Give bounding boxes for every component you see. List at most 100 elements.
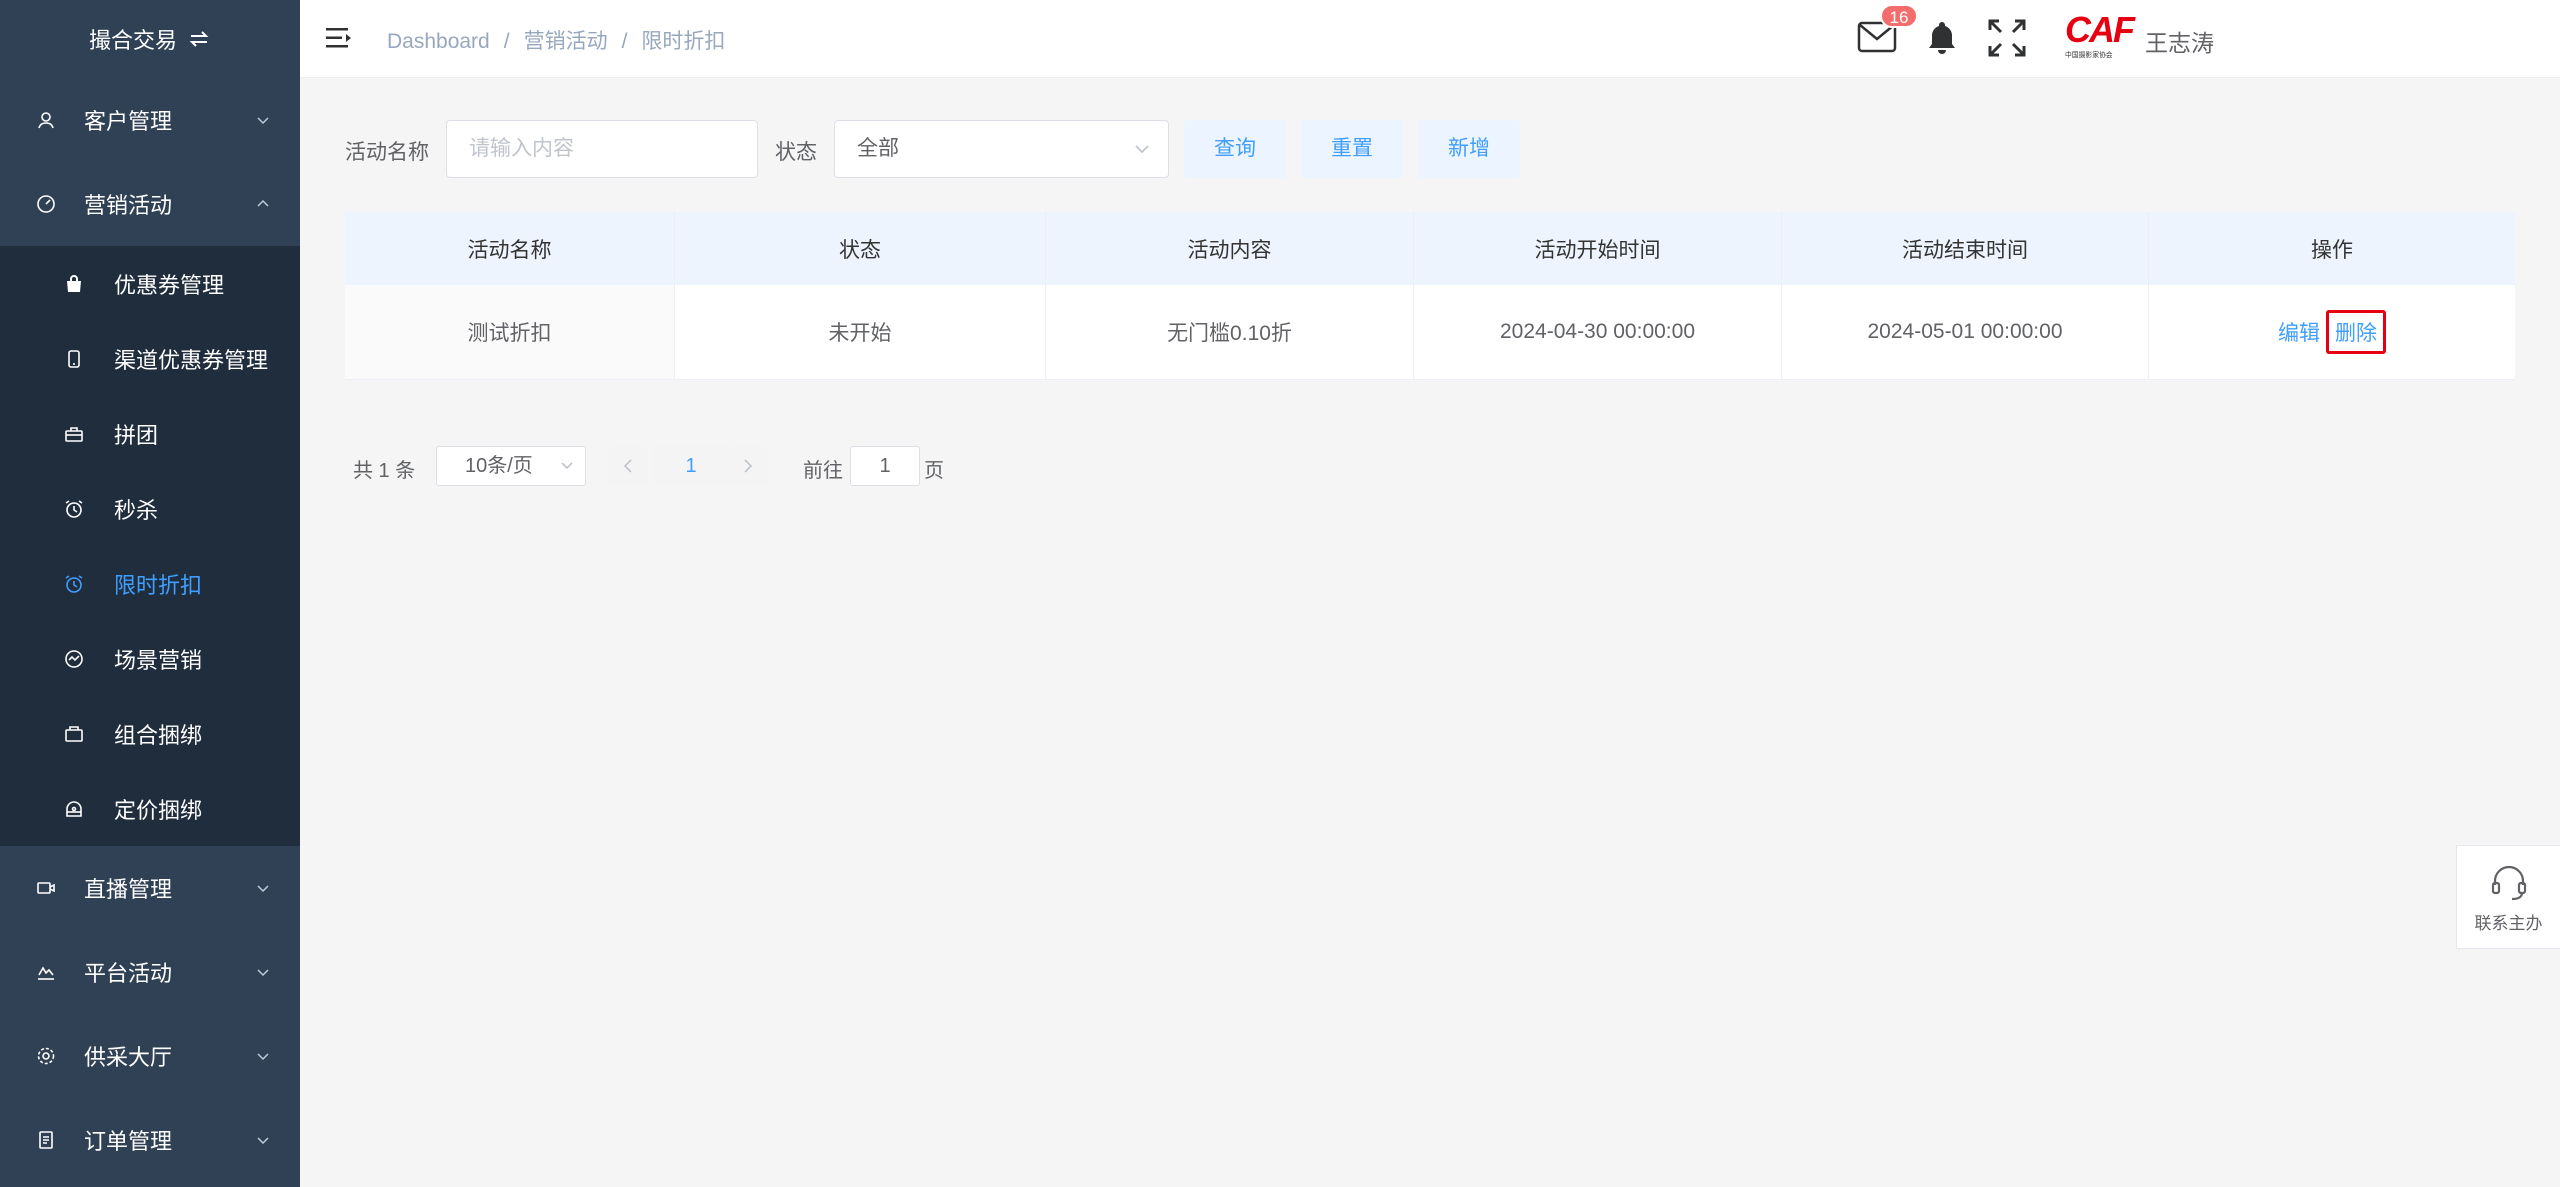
sidebar-item-group-buy[interactable]: 拼团 [0, 396, 300, 471]
bundle-icon [64, 799, 84, 819]
sidebar-item-label: 定价捆绑 [114, 797, 203, 823]
sidebar-item-label: 秒杀 [114, 497, 159, 523]
hamburger-icon[interactable] [326, 26, 352, 50]
chevron-down-icon [257, 1137, 269, 1145]
chevron-down-icon [257, 117, 269, 125]
username[interactable]: 王志涛 [2145, 24, 2214, 58]
sidebar-item-platform-activity[interactable]: 平台活动 [0, 930, 300, 1014]
dashboard-icon [36, 194, 56, 214]
alarm-icon [64, 574, 84, 594]
status-select[interactable]: 全部 [834, 120, 1169, 178]
top-navbar: Dashboard / 营销活动 / 限时折扣 [300, 0, 2560, 78]
contact-organizer-button[interactable]: 联系主办 [2456, 845, 2560, 949]
box-icon [64, 724, 84, 744]
edit-link[interactable]: 编辑 [2278, 317, 2320, 347]
alarm-icon [64, 499, 84, 519]
phone-icon [64, 349, 84, 369]
sidebar-item-limited-discount[interactable]: 限时折扣 [0, 546, 300, 621]
headset-icon [2491, 865, 2526, 900]
sidebar-item-label: 直播管理 [84, 877, 173, 902]
chevron-down-icon [1135, 145, 1149, 154]
marketing-submenu: 优惠券管理 渠道优惠券管理 拼团 秒杀 限时折扣 场景营销 组合捆绑 定价捆绑 [0, 246, 300, 846]
sidebar-item-label: 订单管理 [84, 1129, 173, 1154]
page-suffix-label: 页 [924, 460, 944, 482]
activity-name-label: 活动名称 [345, 141, 429, 164]
document-icon [36, 1130, 56, 1150]
add-button[interactable]: 新增 [1418, 120, 1520, 178]
sidebar-item-orders[interactable]: 订单管理 [0, 1098, 300, 1182]
cell-name: 测试折扣 [345, 285, 675, 379]
cell-status: 未开始 [675, 285, 1046, 379]
group-icon [64, 424, 84, 444]
sidebar-item-customer[interactable]: 客户管理 [0, 78, 300, 162]
sidebar-item-marketing[interactable]: 营销活动 [0, 162, 300, 246]
pagination-total: 共 1 条 [353, 460, 416, 482]
sidebar-item-procurement-hall[interactable]: 供采大厅 [0, 1014, 300, 1098]
activity-name-input[interactable]: 请输入内容 [446, 120, 758, 178]
bell-icon[interactable] [1925, 20, 1959, 56]
activity-icon [36, 962, 56, 982]
page-size-value: 10条/页 [465, 455, 533, 477]
cell-content: 无门槛0.10折 [1046, 285, 1414, 379]
column-header: 状态 [675, 212, 1046, 285]
status-label: 状态 [775, 141, 817, 164]
breadcrumb-marketing[interactable]: 营销活动 [524, 30, 608, 53]
logo-subtext: 中国摄影家协会 [2065, 50, 2113, 59]
chevron-down-icon [561, 462, 573, 470]
delete-link[interactable]: 删除 [2326, 310, 2386, 354]
status-select-value: 全部 [857, 137, 899, 160]
sidebar-item-price-bundle[interactable]: 定价捆绑 [0, 771, 300, 846]
column-header: 活动结束时间 [1782, 212, 2149, 285]
breadcrumb-dashboard[interactable]: Dashboard [387, 30, 490, 53]
breadcrumb-current: 限时折扣 [641, 30, 726, 53]
bag-icon [64, 274, 84, 294]
sidebar-item-label: 客户管理 [84, 109, 173, 134]
chevron-right-icon [744, 459, 753, 473]
sidebar-item-channel-coupons[interactable]: 渠道优惠券管理 [0, 321, 300, 396]
prev-page-button[interactable] [608, 446, 648, 486]
cell-actions: 编辑 删除 [2149, 285, 2515, 379]
column-header: 活动内容 [1046, 212, 1414, 285]
sidebar-item-flash-sale[interactable]: 秒杀 [0, 471, 300, 546]
sidebar-title: 撮合交易 [88, 28, 177, 53]
sidebar-item-scene-marketing[interactable]: 场景营销 [0, 621, 300, 696]
column-header: 操作 [2311, 238, 2353, 262]
column-header: 活动开始时间 [1414, 212, 1782, 285]
sidebar-item-label: 组合捆绑 [114, 722, 203, 748]
data-table: 活动名称 状态 活动内容 活动开始时间 活动结束时间 操作 测试折扣 未开始 无… [345, 212, 2515, 380]
goto-page-input[interactable]: 1 [850, 446, 920, 486]
contact-label: 联系主办 [2474, 913, 2543, 933]
page-size-select[interactable]: 10条/页 [436, 446, 586, 486]
goto-label: 前往 [803, 460, 843, 482]
sidebar-item-label: 营销活动 [84, 193, 173, 218]
query-button[interactable]: 查询 [1184, 120, 1286, 178]
next-page-button[interactable] [728, 446, 768, 486]
sidebar-item-combo-bundle[interactable]: 组合捆绑 [0, 696, 300, 771]
sidebar-item-coupons[interactable]: 优惠券管理 [0, 246, 300, 321]
table-row: 测试折扣 未开始 无门槛0.10折 2024-04-30 00:00:00 20… [345, 285, 2515, 380]
sidebar-item-label: 平台活动 [84, 961, 173, 986]
sidebar-item-label: 供采大厅 [84, 1045, 173, 1070]
logo-text: CAF [2065, 9, 2135, 50]
chevron-up-icon [257, 199, 269, 207]
switch-icon[interactable] [187, 27, 211, 51]
reset-button[interactable]: 重置 [1301, 120, 1403, 178]
fullscreen-icon[interactable] [1987, 18, 2027, 58]
sidebar-item-label: 场景营销 [114, 647, 203, 673]
column-header: 活动名称 [345, 212, 675, 285]
page-number-current[interactable]: 1 [654, 446, 728, 486]
chevron-down-icon [257, 969, 269, 977]
mail-badge: 16 [1880, 4, 1918, 28]
sidebar-item-label: 限时折扣 [114, 572, 203, 598]
sidebar-item-live[interactable]: 直播管理 [0, 846, 300, 930]
breadcrumb: Dashboard / 营销活动 / 限时折扣 [387, 30, 726, 53]
sidebar-header[interactable]: 撮合交易 [0, 0, 300, 78]
chevron-down-icon [257, 885, 269, 893]
chevron-left-icon [623, 459, 632, 473]
avatar[interactable]: CAF 中国摄影家协会 [2065, 9, 2135, 68]
chart-circle-icon [64, 649, 84, 669]
cell-start-time: 2024-04-30 00:00:00 [1414, 285, 1782, 379]
gear-icon [36, 1046, 56, 1066]
chevron-down-icon [257, 1053, 269, 1061]
cell-end-time: 2024-05-01 00:00:00 [1782, 285, 2149, 379]
